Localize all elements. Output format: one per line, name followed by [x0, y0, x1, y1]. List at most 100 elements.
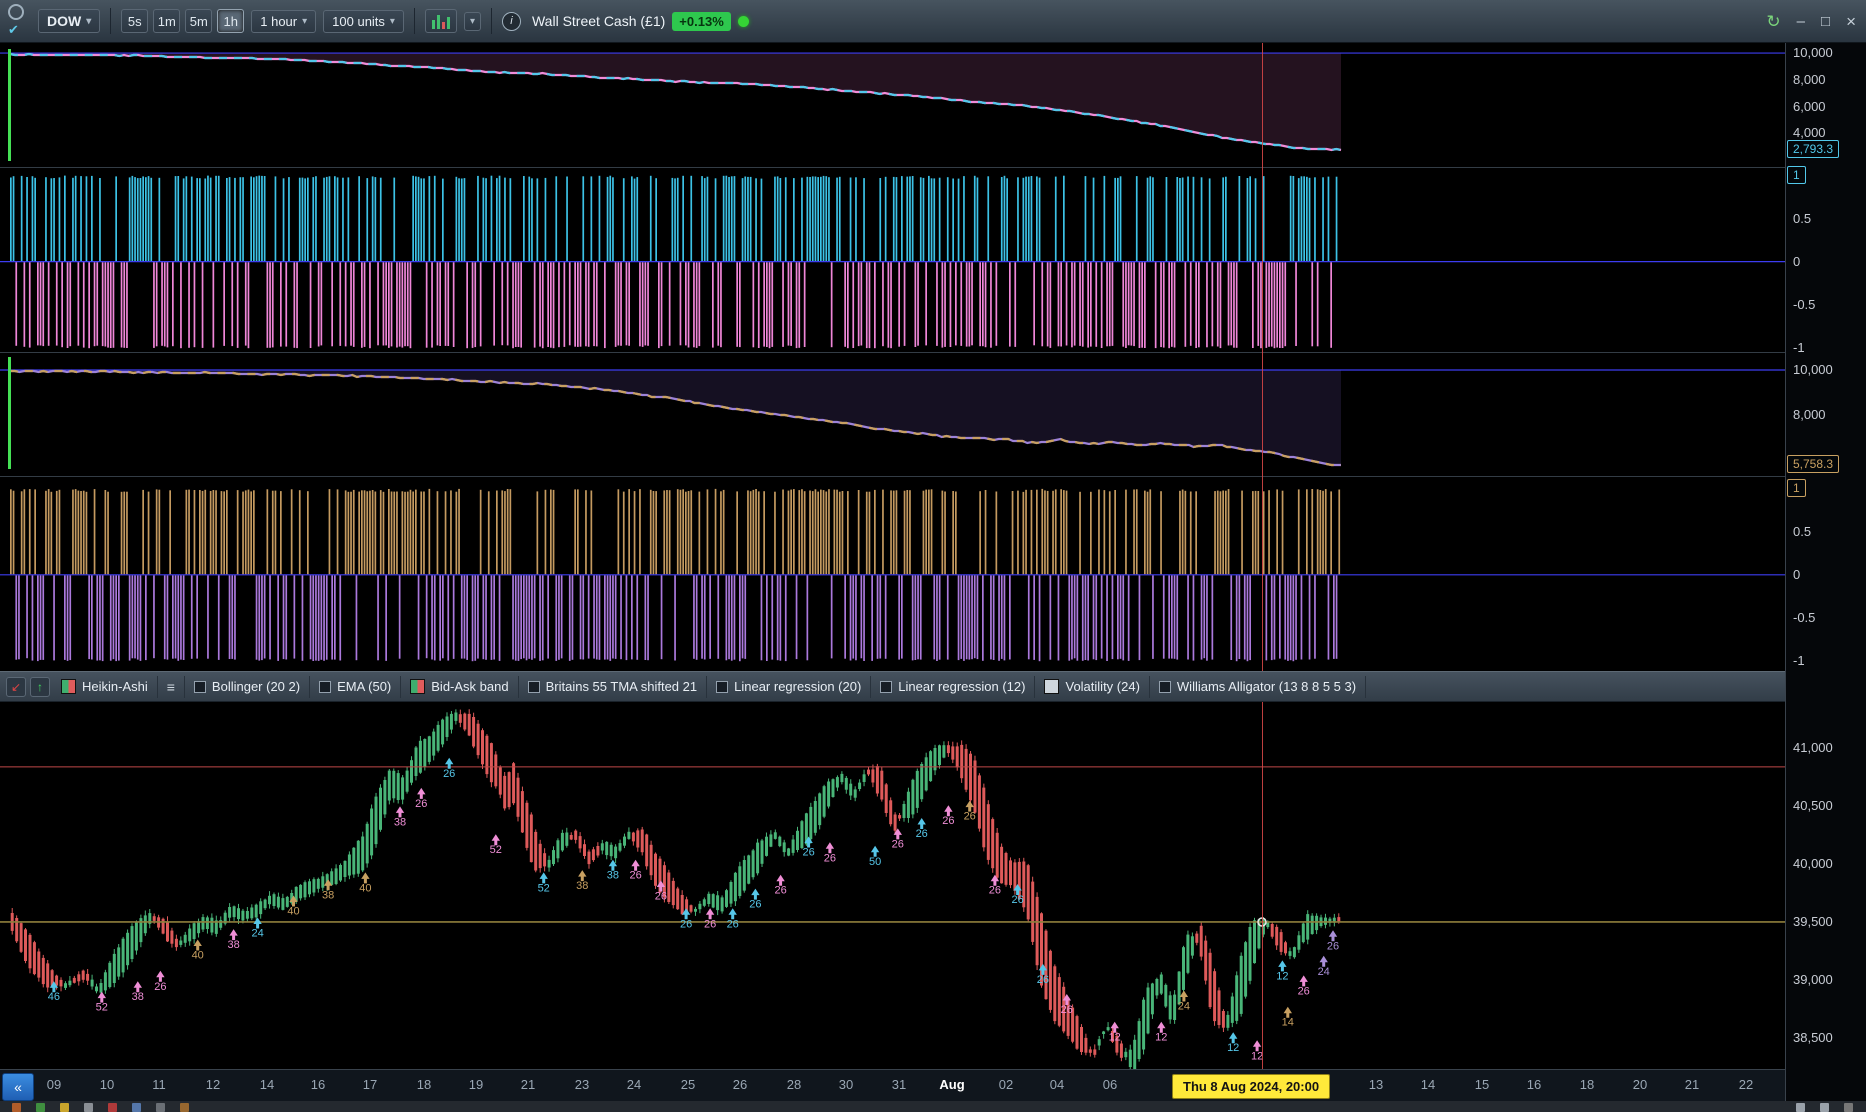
signal-label: 40 — [192, 950, 204, 962]
info-icon[interactable]: i — [501, 11, 521, 31]
timeframe-button-1h[interactable]: 1h — [217, 9, 245, 33]
main-toolbar: ✔ DOW ▾ 5s 1m 5m 1h 1 hour ▾ 100 units ▾ ▾ … — [0, 0, 1866, 43]
taskbar-icon[interactable] — [180, 1103, 189, 1112]
refresh-icon[interactable]: ↻ — [1766, 12, 1780, 32]
candle-style-icon — [410, 679, 426, 694]
scale-tick-label: 10,000 — [1793, 45, 1833, 61]
signal-label: 14 — [1282, 1017, 1294, 1029]
time-axis[interactable]: « Thu 8 Aug 2024, 20:00 09 10 11 12 14 16 17 18… — [0, 1069, 1866, 1102]
edit-check-icon[interactable]: ✔ — [8, 22, 19, 38]
indicator-item-bollinger-20-2[interactable]: Bollinger (20 2) — [185, 675, 311, 698]
signal-label: 52 — [96, 1002, 108, 1014]
scale-tick-label: 39,000 — [1793, 971, 1833, 987]
timeframe-button-5s[interactable]: 5s — [121, 9, 149, 33]
indicator-item-linear-regression-12[interactable]: Linear regression (12) — [871, 675, 1036, 698]
time-axis-label: 20 — [1632, 1077, 1648, 1092]
close-button[interactable]: × — [1846, 12, 1856, 32]
taskbar-icon[interactable] — [1844, 1103, 1853, 1112]
time-axis-label: 24 — [626, 1077, 642, 1092]
indicator-item-heikin-ashi[interactable]: Heikin-Ashi — [52, 675, 158, 698]
scale-tick-label: -0.5 — [1793, 609, 1816, 625]
chart-style-icon — [431, 13, 450, 29]
timeframe-button-5m[interactable]: 5m — [185, 9, 213, 33]
time-axis-label: 26 — [732, 1077, 748, 1092]
signal-label: 26 — [655, 891, 667, 903]
indicator-checkbox[interactable] — [527, 680, 540, 693]
instrument-title: Wall Street Cash (£1) — [531, 13, 666, 29]
taskbar-icon[interactable] — [132, 1103, 141, 1112]
signal-label: 52 — [538, 882, 550, 894]
list-icon: ≡ — [166, 678, 175, 695]
scale-tick-label: -1 — [1793, 339, 1805, 355]
time-axis-label: 16 — [1526, 1077, 1542, 1092]
indicator-item-williams-alligator-13-8-8-5-5-3[interactable]: Williams Alligator (13 8 8 5 5 3) — [1150, 675, 1367, 698]
panel-separator[interactable] — [0, 167, 1785, 168]
panel-separator[interactable] — [0, 476, 1785, 477]
indicator-b-line-chart[interactable] — [0, 352, 1785, 476]
price-scale-column[interactable]: 10,000 8,000 6,000 4,0002,793.3 1 0.5 0 -0.5 -1 1… — [1785, 43, 1866, 1101]
time-axis-label: 30 — [838, 1077, 854, 1092]
signal-label: 24 — [1178, 1001, 1190, 1013]
data-start-marker — [8, 357, 11, 469]
chevron-down-icon: ▾ — [469, 15, 475, 27]
chart-style-button[interactable] — [424, 9, 457, 33]
timeframe-button-1m[interactable]: 1m — [153, 9, 181, 33]
period-selector[interactable]: 1 hour ▾ — [251, 9, 317, 33]
scale-tick-label: 0.5 — [1793, 210, 1812, 226]
indicator-label: Linear regression (20) — [734, 679, 862, 694]
maximize-button[interactable]: □ — [1821, 13, 1830, 30]
indicator-item-britains-55-tma-shifted-21[interactable]: Britains 55 TMA shifted 21 — [519, 675, 708, 698]
indicator-item-ema-50[interactable]: EMA (50) — [310, 675, 402, 698]
scale-tick-label: 8,000 — [1793, 71, 1826, 87]
volatility-swatch-icon — [1044, 679, 1060, 694]
chart-style-dropdown[interactable]: ▾ — [463, 11, 481, 31]
scale-tick-label: 6,000 — [1793, 98, 1826, 114]
indicator-item-linear-regression-20[interactable]: Linear regression (20) — [707, 675, 872, 698]
taskbar-icon[interactable] — [1796, 1103, 1805, 1112]
indicator-checkbox[interactable] — [880, 680, 893, 693]
chevron-down-icon: ▾ — [389, 15, 395, 27]
symbol-selector[interactable]: DOW ▾ — [38, 9, 101, 33]
signal-label: 40 — [359, 882, 371, 894]
indicator-checkbox[interactable] — [319, 680, 332, 693]
signal-label: 26 — [415, 798, 427, 810]
indicator-b-oscillator-chart[interactable] — [0, 476, 1785, 671]
indicator-item-volatility-24[interactable]: Volatility (24) — [1035, 675, 1150, 698]
indicator-checkbox[interactable] — [1158, 680, 1171, 693]
signal-label: 26 — [1037, 974, 1049, 986]
minimize-button[interactable]: – — [1797, 13, 1805, 30]
indicator-list-button[interactable]: ≡ — [158, 675, 185, 698]
indicator-toolbar: ↙ ↑ Heikin-Ashi ≡ Bollinger (20 2) EMA (50) Bi… — [0, 671, 1866, 702]
indicator-label: Heikin-Ashi — [82, 679, 148, 694]
expand-down-icon[interactable]: ↙ — [6, 676, 26, 697]
taskbar-icon[interactable] — [1820, 1103, 1829, 1112]
signal-label: 12 — [1227, 1042, 1239, 1054]
taskbar-icon[interactable] — [108, 1103, 117, 1112]
panel-separator[interactable] — [0, 352, 1785, 353]
indicator-checkbox[interactable] — [716, 680, 729, 693]
indicator-checkbox[interactable] — [193, 680, 206, 693]
units-selector[interactable]: 100 units ▾ — [323, 9, 404, 33]
indicator-item-bid-ask-band[interactable]: Bid-Ask band — [401, 675, 519, 698]
taskbar-icon[interactable] — [84, 1103, 93, 1112]
indicator-value-badge: 1 — [1787, 478, 1806, 497]
taskbar-icon[interactable] — [60, 1103, 69, 1112]
taskbar-icon[interactable] — [36, 1103, 45, 1112]
scale-tick-label: 41,000 — [1793, 740, 1833, 756]
signal-label: 26 — [824, 852, 836, 864]
indicator-label: Bollinger (20 2) — [211, 679, 301, 694]
price-candlestick-chart[interactable]: 46 52 38 26 40 38 24 40 38 40 38 26 26 52 52 38 38 26 26 26… — [0, 702, 1785, 1069]
indicator-a-line-chart[interactable] — [0, 43, 1785, 167]
scroll-back-button[interactable]: « — [2, 1073, 34, 1101]
change-badge: +0.13% — [672, 11, 731, 31]
time-axis-label: 18 — [416, 1077, 432, 1092]
taskbar-icon[interactable] — [12, 1103, 21, 1112]
taskbar-icon[interactable] — [156, 1103, 165, 1112]
signal-label: 26 — [802, 847, 814, 859]
time-axis-label: 15 — [1474, 1077, 1490, 1092]
signal-label: 26 — [1327, 940, 1339, 952]
signal-label: 26 — [964, 811, 976, 823]
expand-up-icon[interactable]: ↑ — [30, 676, 50, 697]
signal-label: 26 — [154, 981, 166, 993]
indicator-a-oscillator-chart[interactable] — [0, 167, 1785, 352]
